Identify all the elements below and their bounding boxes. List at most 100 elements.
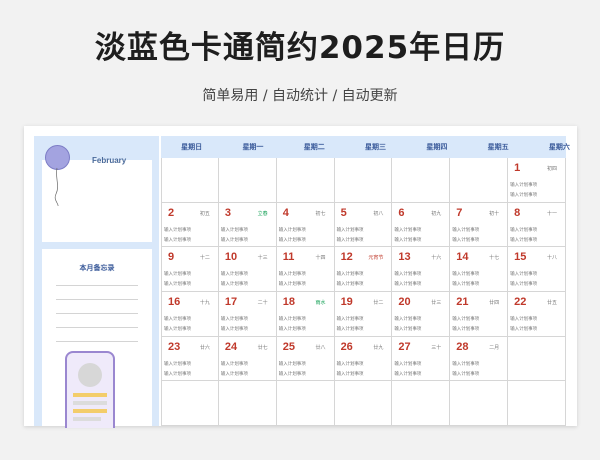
plan-entry[interactable]: 输入计划事项 [452, 271, 479, 277]
day-cell[interactable] [508, 381, 566, 426]
day-cell[interactable]: 27 三十 输入计划事项 输入计划事项 [392, 336, 451, 382]
day-cell[interactable]: 1 初四 输入计划事项 输入计划事项 [508, 158, 566, 203]
plan-entry[interactable]: 输入计划事项 [279, 326, 306, 332]
plan-entry[interactable]: 输入计划事项 [221, 371, 248, 377]
day-cell[interactable] [161, 158, 219, 203]
plan-entry[interactable]: 输入计划事项 [452, 281, 479, 287]
memo-line[interactable] [56, 327, 138, 328]
day-cell[interactable]: 22 廿五 输入计划事项 输入计划事项 [508, 292, 566, 337]
plan-entry[interactable]: 输入计划事项 [164, 316, 191, 322]
plan-entry[interactable]: 输入计划事项 [164, 237, 191, 243]
day-cell[interactable]: 28 二月 输入计划事项 输入计划事项 [450, 336, 509, 382]
plan-entry[interactable]: 输入计划事项 [164, 326, 191, 332]
plan-entry[interactable]: 输入计划事项 [510, 271, 537, 277]
day-cell[interactable]: 7 初十 输入计划事项 输入计划事项 [450, 202, 509, 248]
plan-entry[interactable]: 输入计划事项 [279, 371, 306, 377]
plan-entry[interactable]: 输入计划事项 [452, 371, 479, 377]
memo-line[interactable] [56, 299, 138, 300]
day-cell[interactable]: 14 十七 输入计划事项 输入计划事项 [450, 247, 509, 292]
day-cell[interactable]: 10 十三 输入计划事项 输入计划事项 [218, 247, 277, 292]
plan-entry[interactable]: 输入计划事项 [452, 326, 479, 332]
plan-entry[interactable]: 输入计划事项 [394, 281, 421, 287]
plan-entry[interactable]: 输入计划事项 [510, 192, 537, 198]
plan-entry[interactable]: 输入计划事项 [337, 227, 364, 233]
plan-entry[interactable]: 输入计划事项 [452, 237, 479, 243]
day-cell[interactable] [450, 158, 509, 203]
plan-entry[interactable]: 输入计划事项 [164, 271, 191, 277]
plan-entry[interactable]: 输入计划事项 [452, 227, 479, 233]
day-cell[interactable] [450, 381, 509, 426]
plan-entry[interactable]: 输入计划事项 [164, 227, 191, 233]
plan-entry[interactable]: 输入计划事项 [279, 316, 306, 322]
plan-entry[interactable]: 输入计划事项 [394, 237, 421, 243]
day-cell[interactable]: 8 十一 输入计划事项 输入计划事项 [508, 202, 566, 248]
day-cell[interactable]: 24 廿七 输入计划事项 输入计划事项 [218, 336, 277, 382]
day-cell[interactable]: 6 初九 输入计划事项 输入计划事项 [392, 202, 451, 248]
plan-entry[interactable]: 输入计划事项 [394, 326, 421, 332]
plan-entry[interactable]: 输入计划事项 [221, 316, 248, 322]
day-cell[interactable]: 2 初五 输入计划事项 输入计划事项 [161, 202, 219, 248]
day-cell[interactable]: 23 廿六 输入计划事项 输入计划事项 [161, 336, 219, 382]
plan-entry[interactable]: 输入计划事项 [510, 227, 537, 233]
plan-entry[interactable]: 输入计划事项 [394, 271, 421, 277]
plan-entry[interactable]: 输入计划事项 [337, 326, 364, 332]
day-cell[interactable] [218, 381, 277, 426]
day-cell[interactable]: 3 立春 输入计划事项 输入计划事项 [218, 202, 277, 248]
day-cell[interactable] [334, 381, 393, 426]
plan-entry[interactable]: 输入计划事项 [510, 182, 537, 188]
plan-entry[interactable]: 输入计划事项 [337, 237, 364, 243]
day-cell[interactable] [392, 381, 451, 426]
day-cell[interactable]: 18 雨水 输入计划事项 输入计划事项 [276, 292, 335, 337]
memo-line[interactable] [56, 313, 138, 314]
plan-entry[interactable]: 输入计划事项 [510, 316, 537, 322]
plan-entry[interactable]: 输入计划事项 [510, 281, 537, 287]
plan-entry[interactable]: 输入计划事项 [337, 316, 364, 322]
plan-entry[interactable]: 输入计划事项 [337, 361, 364, 367]
plan-entry[interactable]: 输入计划事项 [164, 281, 191, 287]
plan-entry[interactable]: 输入计划事项 [279, 237, 306, 243]
plan-entry[interactable]: 输入计划事项 [279, 227, 306, 233]
plan-entry[interactable]: 输入计划事项 [394, 371, 421, 377]
day-cell[interactable] [218, 158, 277, 203]
plan-entry[interactable]: 输入计划事项 [164, 371, 191, 377]
plan-entry[interactable]: 输入计划事项 [221, 326, 248, 332]
plan-entry[interactable]: 输入计划事项 [164, 361, 191, 367]
plan-entry[interactable]: 输入计划事项 [337, 371, 364, 377]
plan-entry[interactable]: 输入计划事项 [279, 361, 306, 367]
day-cell[interactable]: 13 十六 输入计划事项 输入计划事项 [392, 247, 451, 292]
memo-line[interactable] [56, 341, 138, 342]
day-cell[interactable]: 5 初八 输入计划事项 输入计划事项 [334, 202, 393, 248]
plan-entry[interactable]: 输入计划事项 [279, 271, 306, 277]
day-cell[interactable]: 12 元宵节 输入计划事项 输入计划事项 [334, 247, 393, 292]
day-cell[interactable] [276, 158, 335, 203]
plan-entry[interactable]: 输入计划事项 [510, 237, 537, 243]
day-cell[interactable]: 15 十八 输入计划事项 输入计划事项 [508, 247, 566, 292]
day-cell[interactable]: 11 十四 输入计划事项 输入计划事项 [276, 247, 335, 292]
plan-entry[interactable]: 输入计划事项 [221, 361, 248, 367]
day-cell[interactable]: 9 十二 输入计划事项 输入计划事项 [161, 247, 219, 292]
day-cell[interactable] [161, 381, 219, 426]
day-cell[interactable] [508, 336, 566, 382]
plan-entry[interactable]: 输入计划事项 [452, 361, 479, 367]
plan-entry[interactable]: 输入计划事项 [394, 227, 421, 233]
plan-entry[interactable]: 输入计划事项 [221, 227, 248, 233]
day-cell[interactable] [392, 158, 451, 203]
plan-entry[interactable]: 输入计划事项 [337, 271, 364, 277]
day-cell[interactable] [334, 158, 393, 203]
plan-entry[interactable]: 输入计划事项 [221, 271, 248, 277]
memo-line[interactable] [56, 285, 138, 286]
day-cell[interactable]: 16 十九 输入计划事项 输入计划事项 [161, 292, 219, 337]
day-cell[interactable] [276, 381, 335, 426]
plan-entry[interactable]: 输入计划事项 [510, 326, 537, 332]
day-cell[interactable]: 21 廿四 输入计划事项 输入计划事项 [450, 292, 509, 337]
plan-entry[interactable]: 输入计划事项 [394, 316, 421, 322]
day-cell[interactable]: 20 廿三 输入计划事项 输入计划事项 [392, 292, 451, 337]
plan-entry[interactable]: 输入计划事项 [221, 281, 248, 287]
plan-entry[interactable]: 输入计划事项 [221, 237, 248, 243]
day-cell[interactable]: 25 廿八 输入计划事项 输入计划事项 [276, 336, 335, 382]
plan-entry[interactable]: 输入计划事项 [394, 361, 421, 367]
day-cell[interactable]: 4 初七 输入计划事项 输入计划事项 [276, 202, 335, 248]
plan-entry[interactable]: 输入计划事项 [452, 316, 479, 322]
day-cell[interactable]: 17 二十 输入计划事项 输入计划事项 [218, 292, 277, 337]
day-cell[interactable]: 19 廿二 输入计划事项 输入计划事项 [334, 292, 393, 337]
